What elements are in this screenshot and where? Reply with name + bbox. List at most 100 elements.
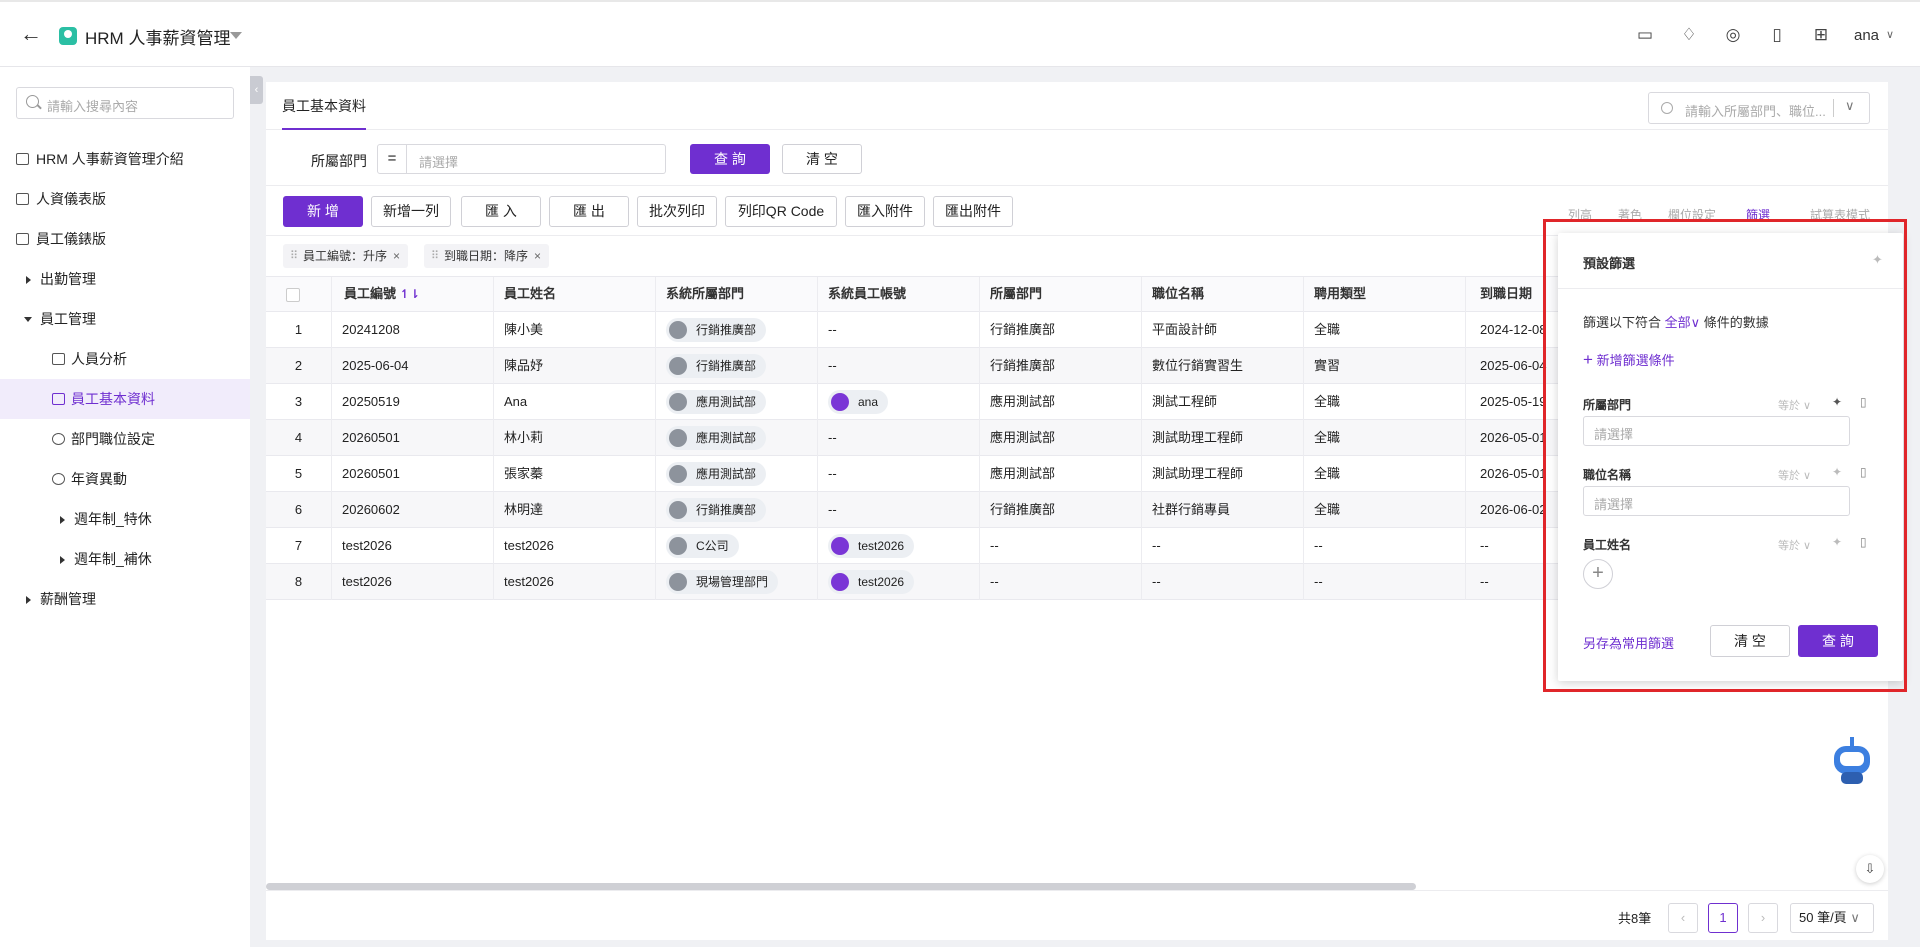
sys-dept-cell[interactable]: 應用測試部	[656, 420, 818, 456]
clear-button[interactable]: 清 空	[782, 144, 862, 174]
sys-account-cell[interactable]: test2026	[818, 528, 980, 564]
emp-name-cell[interactable]: 陳品妤	[494, 348, 656, 384]
sys-dept-cell[interactable]: 行銷推廣部	[656, 312, 818, 348]
row-index[interactable]: 2	[266, 348, 332, 384]
hire-type-cell[interactable]: --	[1304, 528, 1466, 564]
emp-name-cell[interactable]: 陳小美	[494, 312, 656, 348]
sidebar-item-intro[interactable]: HRM 人事薪資管理介紹	[0, 139, 250, 179]
sys-dept-cell[interactable]: 現場管理部門	[656, 564, 818, 600]
select-all-checkbox[interactable]	[286, 288, 300, 302]
row-index[interactable]: 1	[266, 312, 332, 348]
add-button[interactable]: 新 增	[283, 196, 363, 227]
app-switch-caret-icon[interactable]	[230, 32, 242, 39]
hire-type-cell[interactable]: --	[1304, 564, 1466, 600]
sidebar-item-hr-dashboard[interactable]: 人資儀表版	[0, 179, 250, 219]
dept-cell[interactable]: 應用測試部	[980, 456, 1142, 492]
sidebar-item-payroll[interactable]: 薪酬管理	[0, 579, 250, 619]
emp-no-cell[interactable]: test2026	[332, 528, 494, 564]
headset-icon[interactable]: ◎	[1722, 24, 1744, 46]
close-icon[interactable]: ×	[393, 249, 400, 263]
sort-asc-icon[interactable]: ↿⇂	[400, 287, 420, 301]
emp-no-cell[interactable]: 20241208	[332, 312, 494, 348]
hire-type-cell[interactable]: 實習	[1304, 348, 1466, 384]
col-header-dept[interactable]: 所屬部門	[980, 277, 1142, 313]
position-cell[interactable]: 測試工程師	[1142, 384, 1304, 420]
row-index[interactable]: 6	[266, 492, 332, 528]
bell-icon[interactable]: ♢	[1678, 24, 1700, 46]
sys-account-cell[interactable]: --	[818, 420, 980, 456]
row-index[interactable]: 8	[266, 564, 332, 600]
export-button[interactable]: 匯 出	[549, 196, 629, 227]
add-row-button[interactable]: 新增一列	[371, 196, 451, 227]
hire-type-cell[interactable]: 全職	[1304, 456, 1466, 492]
monitor-icon[interactable]: ▭	[1634, 24, 1656, 46]
sidebar-item-employee-mgmt[interactable]: 員工管理	[0, 299, 250, 339]
hire-type-cell[interactable]: 全職	[1304, 420, 1466, 456]
position-cell[interactable]: 平面設計師	[1142, 312, 1304, 348]
import-button[interactable]: 匯 入	[461, 196, 541, 227]
app-title[interactable]: HRM 人事薪資管理	[85, 24, 230, 49]
chevron-down-icon[interactable]: ∨	[1845, 98, 1855, 114]
sidebar-item-employee-basic[interactable]: 員工基本資料	[0, 379, 250, 419]
col-header-emp-no[interactable]: 員工編號 ↿⇂	[332, 277, 494, 313]
emp-no-cell[interactable]: 20260602	[332, 492, 494, 528]
col-header-emp-name[interactable]: 員工姓名	[494, 277, 656, 313]
horizontal-scrollbar[interactable]	[266, 883, 1416, 890]
emp-no-cell[interactable]: test2026	[332, 564, 494, 600]
dept-cell[interactable]: 應用測試部	[980, 420, 1142, 456]
import-attachment-button[interactable]: 匯入附件	[845, 196, 925, 227]
export-attachment-button[interactable]: 匯出附件	[933, 196, 1013, 227]
sys-account-cell[interactable]: test2026	[818, 564, 980, 600]
query-button[interactable]: 查 詢	[690, 144, 770, 174]
sidebar-item-employee-dashboard[interactable]: 員工儀錶版	[0, 219, 250, 259]
dept-cell[interactable]: --	[980, 528, 1142, 564]
hire-type-cell[interactable]: 全職	[1304, 384, 1466, 420]
sys-account-cell[interactable]: --	[818, 348, 980, 384]
dept-cell[interactable]: 行銷推廣部	[980, 348, 1142, 384]
export-file-icon[interactable]: ⇩	[1856, 855, 1884, 883]
row-index[interactable]: 5	[266, 456, 332, 492]
sys-account-cell[interactable]: ana	[818, 384, 980, 420]
position-cell[interactable]: --	[1142, 528, 1304, 564]
print-qr-button[interactable]: 列印QR Code	[725, 196, 837, 227]
emp-name-cell[interactable]: test2026	[494, 564, 656, 600]
department-select[interactable]: 請選擇	[407, 144, 666, 174]
emp-no-cell[interactable]: 2025-06-04	[332, 348, 494, 384]
dept-cell[interactable]: 行銷推廣部	[980, 312, 1142, 348]
row-index[interactable]: 3	[266, 384, 332, 420]
hire-type-cell[interactable]: 全職	[1304, 492, 1466, 528]
global-search-input[interactable]: 請輸入所屬部門、職位... ∨	[1648, 92, 1870, 124]
sys-account-cell[interactable]: --	[818, 456, 980, 492]
col-header-sys-dept[interactable]: 系統所屬部門	[656, 277, 818, 313]
emp-no-cell[interactable]: 20250519	[332, 384, 494, 420]
sys-account-cell[interactable]: --	[818, 492, 980, 528]
tab-employee-basic[interactable]: 員工基本資料	[282, 96, 366, 130]
sort-chip[interactable]: ⠿ 到職日期：降序 ×	[424, 244, 550, 268]
sys-dept-cell[interactable]: 應用測試部	[656, 384, 818, 420]
emp-name-cell[interactable]: 林小莉	[494, 420, 656, 456]
dept-cell[interactable]: --	[980, 564, 1142, 600]
row-index[interactable]: 7	[266, 528, 332, 564]
sys-dept-cell[interactable]: 應用測試部	[656, 456, 818, 492]
emp-name-cell[interactable]: Ana	[494, 384, 656, 420]
sort-chip[interactable]: ⠿ 員工編號：升序 ×	[283, 244, 409, 268]
position-cell[interactable]: 測試助理工程師	[1142, 420, 1304, 456]
col-header-sys-account[interactable]: 系統員工帳號	[818, 277, 980, 313]
emp-no-cell[interactable]: 20260501	[332, 420, 494, 456]
row-index[interactable]: 4	[266, 420, 332, 456]
dept-cell[interactable]: 行銷推廣部	[980, 492, 1142, 528]
sys-dept-cell[interactable]: 行銷推廣部	[656, 492, 818, 528]
assistant-bot-icon[interactable]	[1829, 737, 1875, 785]
sidebar-item-seniority[interactable]: 年資異動	[0, 459, 250, 499]
back-arrow-icon[interactable]: ←	[20, 23, 42, 46]
position-cell[interactable]: --	[1142, 564, 1304, 600]
sidebar-item-staff-analysis[interactable]: 人員分析	[0, 339, 250, 379]
position-cell[interactable]: 社群行銷專員	[1142, 492, 1304, 528]
page-1-button[interactable]: 1	[1708, 903, 1738, 933]
col-header-hire-type[interactable]: 聘用類型	[1304, 277, 1466, 313]
emp-name-cell[interactable]: 張家蓁	[494, 456, 656, 492]
book-icon[interactable]: ▯	[1766, 24, 1788, 46]
user-add-icon[interactable]: ⊞	[1810, 24, 1832, 46]
sys-dept-cell[interactable]: 行銷推廣部	[656, 348, 818, 384]
hire-type-cell[interactable]: 全職	[1304, 312, 1466, 348]
